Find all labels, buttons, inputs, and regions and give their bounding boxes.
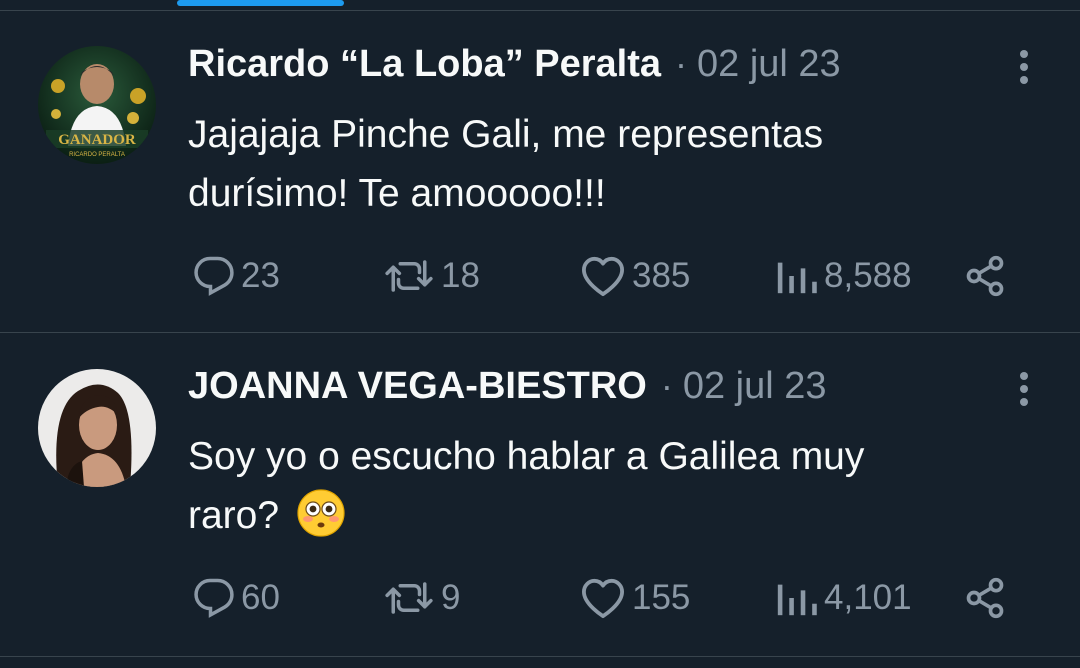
like-count: 155: [632, 578, 691, 617]
tweet-text-fragment: raro?: [188, 494, 280, 537]
tweet-text: Jajajaja Pinche Gali, me representas dur…: [188, 105, 1038, 223]
author-name[interactable]: JOANNA VEGA-BIESTRO: [188, 365, 647, 408]
tweet-actions: 23 18 385 8,588: [0, 251, 1080, 301]
active-tab-indicator: [177, 0, 344, 6]
reply-count: 23: [241, 256, 280, 295]
heart-icon: [582, 578, 624, 619]
retweet-count: 18: [441, 256, 480, 295]
avatar[interactable]: GANADOR RICARDO PERALTA: [38, 46, 156, 164]
share-icon: [966, 255, 1004, 297]
views-button[interactable]: 4,101: [772, 573, 912, 623]
separator-dot: ·: [675, 43, 688, 84]
avatar-image: GANADOR RICARDO PERALTA: [38, 46, 156, 164]
tweet[interactable]: GANADOR RICARDO PERALTA Ricardo “La Loba…: [0, 11, 1080, 331]
tweet-text-line: durísimo! Te amooooo!!!: [188, 172, 606, 215]
tweet-text-line: Soy yo o escucho hablar a Galilea muy: [188, 435, 865, 478]
retweet-button[interactable]: 9: [383, 573, 460, 623]
views-bar-chart-icon: [777, 262, 817, 294]
tweet[interactable]: JOANNA VEGA-BIESTRO · 02 jul 23 Soy yo o…: [0, 333, 1080, 653]
view-count: 4,101: [824, 578, 912, 617]
tweet-text: Soy yo o escucho hablar a Galilea muy ra…: [188, 427, 1038, 545]
avatar-caption: GANADOR: [58, 132, 136, 148]
retweet-count: 9: [441, 578, 461, 617]
tweet-date[interactable]: 02 jul 23: [683, 365, 827, 408]
view-count: 8,588: [824, 256, 912, 295]
separator-dot: ·: [660, 365, 673, 406]
tweet-date[interactable]: 02 jul 23: [697, 43, 841, 86]
retweet-icon: [385, 260, 433, 292]
reply-button[interactable]: 60: [193, 573, 280, 623]
tweet-actions: 60 9 155 4,101: [0, 573, 1080, 623]
retweet-icon: [385, 582, 433, 614]
retweet-button[interactable]: 18: [383, 251, 480, 301]
like-count: 385: [632, 256, 691, 295]
tweet-header: Ricardo “La Loba” Peralta · 02 jul 23: [188, 43, 841, 95]
like-button[interactable]: 385: [580, 251, 690, 301]
share-button[interactable]: [962, 251, 1008, 301]
more-options-button[interactable]: [1010, 45, 1038, 95]
views-button[interactable]: 8,588: [772, 251, 912, 301]
divider: [0, 656, 1080, 657]
avatar-subcaption: RICARDO PERALTA: [69, 152, 125, 158]
more-options-icon: [1020, 50, 1028, 84]
views-bar-chart-icon: [777, 584, 817, 616]
avatar-image: [38, 369, 156, 487]
tweet-text-line: raro?: [188, 486, 1038, 545]
reply-button[interactable]: 23: [193, 251, 280, 301]
author-name[interactable]: Ricardo “La Loba” Peralta: [188, 43, 661, 86]
share-icon: [966, 577, 1004, 619]
like-button[interactable]: 155: [580, 573, 690, 623]
reply-icon: [194, 256, 234, 296]
flushed-face-emoji: [297, 489, 345, 537]
heart-icon: [582, 256, 624, 297]
reply-count: 60: [241, 578, 280, 617]
share-button[interactable]: [962, 573, 1008, 623]
more-options-button[interactable]: [1010, 367, 1038, 417]
reply-icon: [194, 578, 234, 618]
more-options-icon: [1020, 372, 1028, 406]
tweet-header: JOANNA VEGA-BIESTRO · 02 jul 23: [188, 365, 827, 417]
tweet-text-line: Jajajaja Pinche Gali, me representas: [188, 113, 824, 156]
avatar[interactable]: [38, 369, 156, 487]
